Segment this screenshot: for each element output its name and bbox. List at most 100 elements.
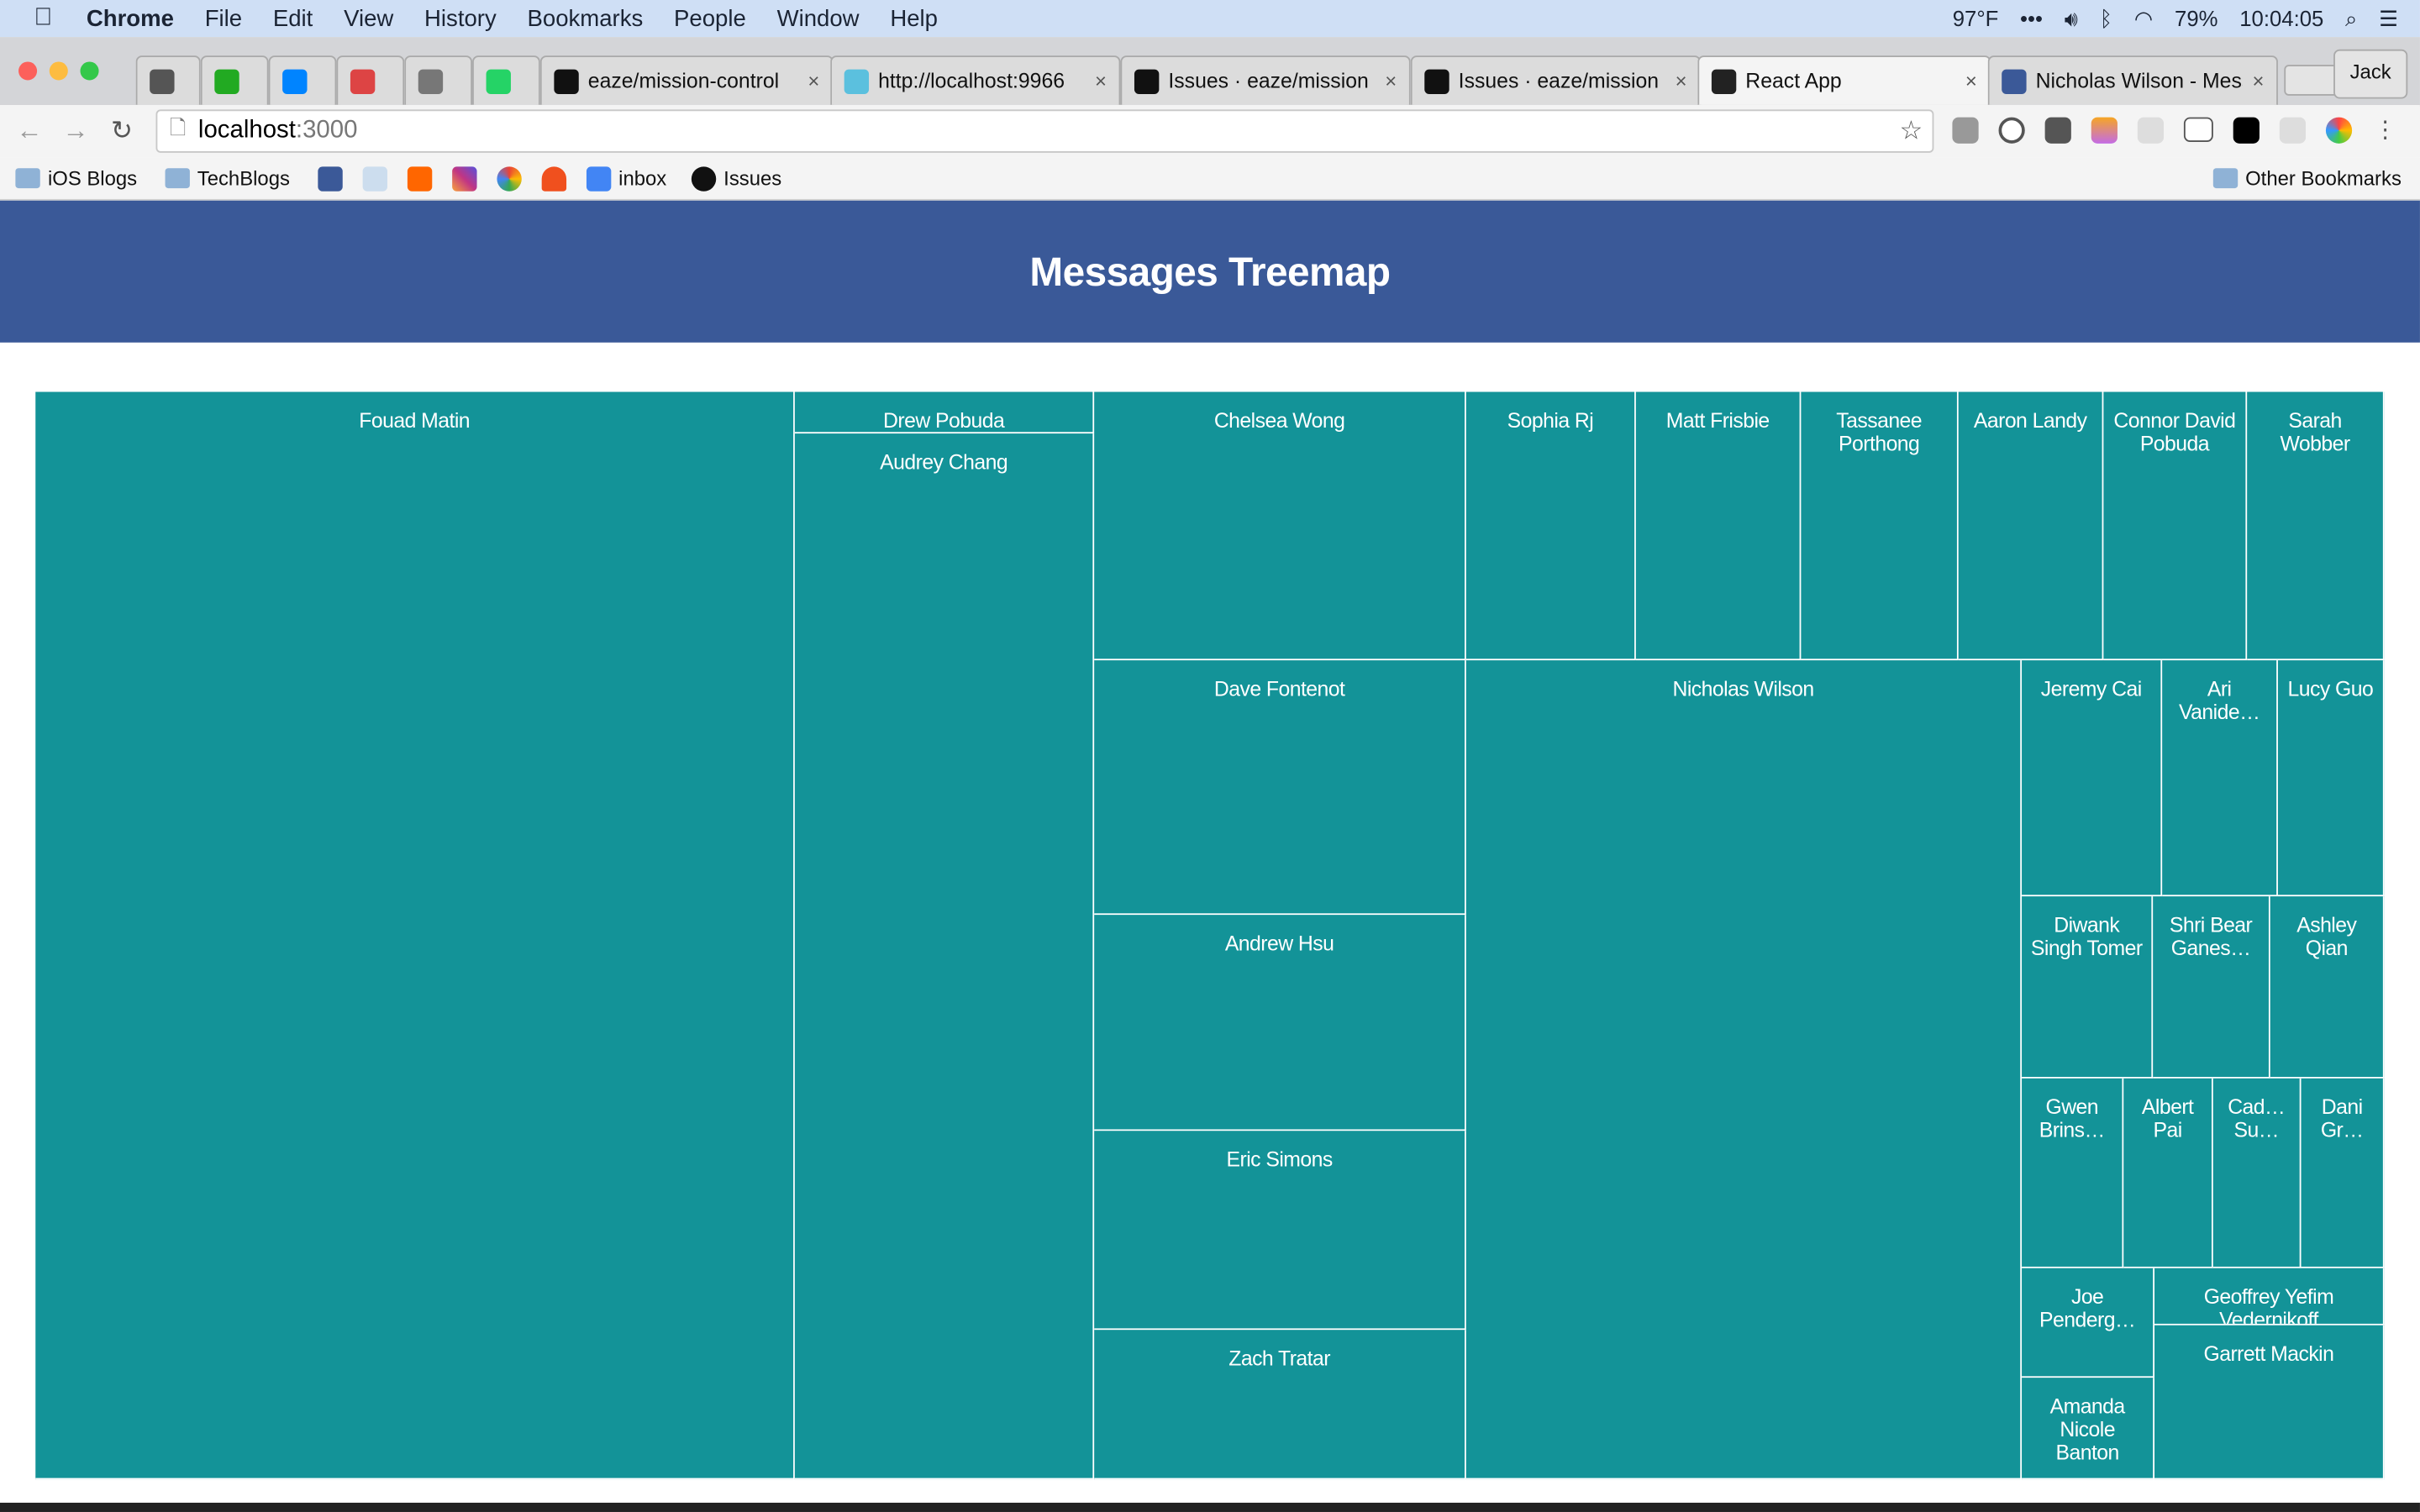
react-devtools-icon[interactable] [2279, 117, 2307, 144]
onepassword-icon[interactable] [1998, 117, 2025, 144]
clock[interactable]: 10:04:05 [2239, 6, 2323, 30]
browser-tab[interactable] [268, 55, 337, 105]
menu-window[interactable]: Window [777, 5, 860, 31]
treemap-cell[interactable]: Albert Pai [2123, 1078, 2213, 1268]
treemap-cell[interactable]: Andrew Hsu [1094, 915, 1466, 1131]
bookmark-inbox[interactable]: inbox [586, 165, 666, 191]
treemap-cell[interactable]: Dani Gr… [2301, 1078, 2385, 1268]
browser-tab[interactable]: http://localhost:9966 × [830, 55, 1121, 105]
browser-tab[interactable]: Issues · eaze/mission × [1120, 55, 1411, 105]
browser-tab[interactable] [135, 55, 201, 105]
extension-hex-icon[interactable] [2044, 117, 2071, 144]
close-tab-icon[interactable]: × [808, 70, 819, 93]
close-tab-icon[interactable]: × [2252, 70, 2264, 93]
more-icon[interactable]: ••• [2020, 6, 2043, 30]
cast-icon[interactable] [2183, 117, 2213, 142]
volume-icon[interactable]: 🔊︎ [2065, 5, 2078, 31]
chrome-menu-icon[interactable]: ⋮ [2372, 118, 2398, 144]
browser-tab[interactable]: Nicholas Wilson - Messenger × [1987, 55, 2278, 105]
apple-icon[interactable]:  [34, 5, 52, 33]
kite-icon[interactable] [2091, 117, 2118, 144]
treemap-cell-label: Connor David Pobuda [2113, 408, 2236, 455]
menu-bookmarks[interactable]: Bookmarks [527, 5, 643, 31]
treemap-cell[interactable]: Chelsea Wong [1094, 391, 1466, 661]
bluetooth-icon[interactable]: ᛒ [2100, 6, 2112, 30]
menu-help[interactable]: Help [890, 5, 938, 31]
menu-app-name[interactable]: Chrome [87, 5, 174, 31]
address-bar[interactable]: 🗋 localhost:3000 ☆ [155, 109, 1934, 153]
flame-icon[interactable] [2137, 117, 2165, 144]
treemap-cell[interactable]: Fouad Matin [35, 391, 795, 1480]
facebook-icon[interactable] [317, 165, 343, 191]
bookmark-folder-techblogs[interactable]: TechBlogs [165, 166, 290, 190]
treemap-cell[interactable]: Joe Penderg… [2022, 1268, 2155, 1378]
search-icon[interactable]: ⌕ [2345, 5, 2357, 31]
instagram-icon[interactable] [451, 165, 477, 191]
treemap-cell[interactable]: Audrey Chang [794, 433, 1095, 1480]
treemap-cell[interactable]: Jeremy Cai [2022, 660, 2163, 897]
bookmark-issues[interactable]: Issues [691, 165, 781, 191]
ci-icon[interactable] [2233, 117, 2260, 144]
menu-history[interactable]: History [424, 5, 497, 31]
tab-title: http://localhost:9966 [878, 69, 1065, 93]
forward-icon[interactable]: → [52, 116, 98, 147]
profile-button[interactable]: Jack [2333, 49, 2408, 99]
colorzilla-icon[interactable] [2325, 117, 2353, 144]
treemap-cell[interactable]: Gwen Brins… [2022, 1078, 2124, 1268]
menu-file[interactable]: File [205, 5, 242, 31]
minimize-window-button[interactable] [49, 61, 68, 81]
bookmark-folder-ios-blogs[interactable]: iOS Blogs [15, 166, 137, 190]
ublock-icon[interactable] [1952, 117, 1979, 144]
close-tab-icon[interactable]: × [1965, 70, 1977, 93]
treemap-cell[interactable]: Eric Simons [1094, 1131, 1466, 1331]
treemap-cell[interactable]: Nicholas Wilson [1465, 660, 2023, 1480]
hacker-news-icon[interactable] [407, 165, 432, 191]
treemap-cell[interactable]: Shri Bear Ganes… [2153, 896, 2270, 1079]
bookmark-star-icon[interactable]: ☆ [1900, 116, 1923, 147]
other-bookmarks[interactable]: Other Bookmarks [2212, 166, 2402, 190]
browser-tab[interactable] [336, 55, 405, 105]
browser-tab[interactable]: React App × [1697, 55, 1991, 105]
treemap-cell[interactable]: Matt Frisbie [1635, 391, 1802, 661]
temperature[interactable]: 97°F [1953, 6, 1999, 30]
menu-people[interactable]: People [674, 5, 746, 31]
notification-center-icon[interactable]: ☰ [2379, 5, 2398, 31]
reddit-icon[interactable] [362, 165, 387, 191]
treemap-cell[interactable]: Aaron Landy [1958, 391, 2104, 661]
treemap-cell[interactable]: Dave Fontenot [1094, 660, 1466, 916]
treemap-cell[interactable]: Diwank Singh Tomer [2022, 896, 2154, 1079]
wifi-icon[interactable]: ◠ [2134, 5, 2153, 31]
google-icon[interactable] [497, 165, 522, 191]
close-tab-icon[interactable]: × [1095, 70, 1107, 93]
browser-tab[interactable]: eaze/mission-control × [539, 55, 834, 105]
treemap-cell[interactable]: Amanda Nicole Banton [2022, 1378, 2155, 1480]
menu-view[interactable]: View [344, 5, 393, 31]
browser-tab[interactable]: Issues · eaze/mission × [1410, 55, 1702, 105]
treemap-cell[interactable]: Drew Pobuda [794, 391, 1095, 434]
back-icon[interactable]: ← [6, 116, 52, 147]
treemap-cell[interactable]: Zach Tratar [1094, 1330, 1466, 1480]
treemap-cell[interactable]: Garrett Mackin [2154, 1325, 2385, 1480]
close-tab-icon[interactable]: × [1676, 70, 1687, 93]
browser-tab[interactable] [404, 55, 473, 105]
treemap-cell[interactable]: Lucy Guo [2277, 660, 2385, 897]
treemap-cell[interactable]: Sarah Wobber [2247, 391, 2385, 661]
browser-tab[interactable] [200, 55, 269, 105]
treemap-cell[interactable]: Geoffrey Yefim Vedernikoff [2154, 1268, 2385, 1326]
treemap-cell[interactable]: Connor David Pobuda [2103, 391, 2248, 661]
zoom-window-button[interactable] [80, 61, 99, 81]
headphones-icon[interactable] [541, 165, 566, 191]
treemap-cell[interactable]: Cad… Su… [2212, 1078, 2302, 1268]
close-window-button[interactable] [18, 61, 38, 81]
treemap-cell[interactable]: Ashley Qian [2270, 896, 2385, 1079]
menu-edit[interactable]: Edit [273, 5, 313, 31]
treemap-cell[interactable]: Ari Vanide… [2162, 660, 2278, 897]
close-tab-icon[interactable]: × [1385, 70, 1397, 93]
battery-percent[interactable]: 79% [2175, 6, 2217, 30]
treemap-cell[interactable]: Sophia Rj [1465, 391, 1636, 661]
extensions: ⋮ [1952, 117, 2398, 144]
treemap-cell[interactable]: Tassanee Porthong [1801, 391, 1959, 661]
new-tab-button[interactable] [2284, 65, 2340, 96]
reload-icon[interactable]: ↻ [99, 116, 145, 147]
browser-tab[interactable] [472, 55, 540, 105]
